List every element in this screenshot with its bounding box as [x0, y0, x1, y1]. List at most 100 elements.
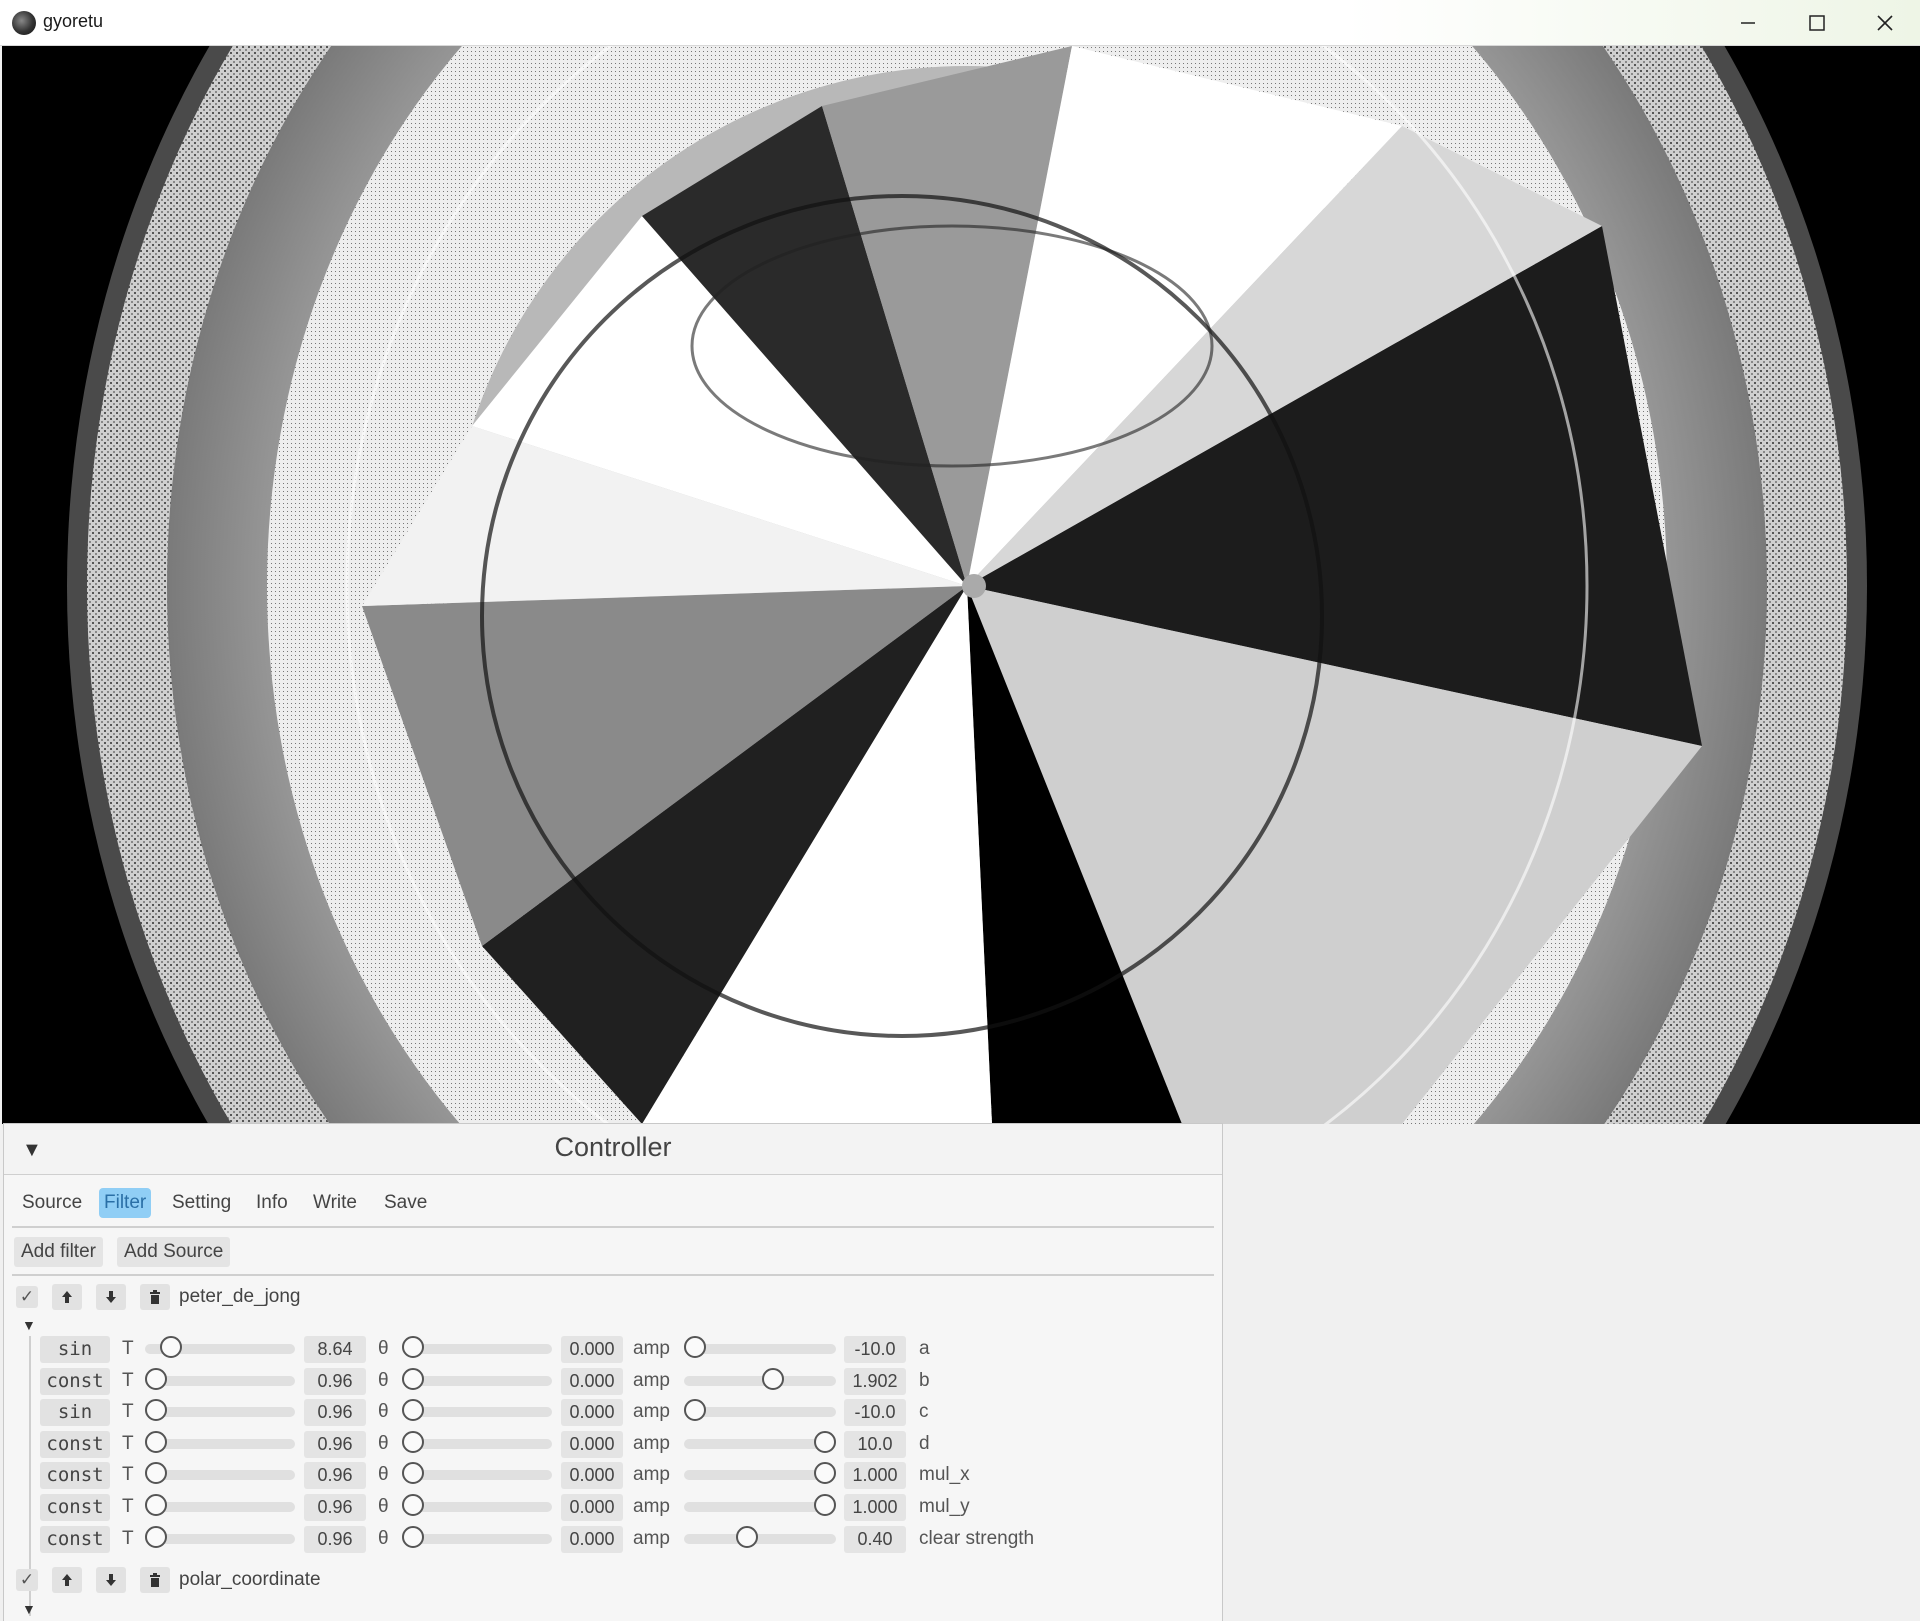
slider-knob[interactable]	[145, 1430, 167, 1453]
controller-title: Controller	[554, 1132, 672, 1162]
t-value[interactable]: 0.96	[304, 1494, 366, 1521]
theta-value[interactable]: 0.000	[561, 1430, 623, 1458]
trash-icon	[150, 1290, 160, 1304]
tab-write[interactable]: Write	[308, 1188, 362, 1218]
theta-label: θ	[378, 1496, 389, 1517]
slider-knob[interactable]	[145, 1525, 167, 1548]
expand-toggle[interactable]: ▼	[22, 1317, 36, 1333]
amp-slider[interactable]	[684, 1336, 836, 1358]
t-value[interactable]: 8.64	[304, 1336, 366, 1363]
tab-info[interactable]: Info	[251, 1188, 293, 1218]
filter-enabled-checkbox[interactable]: ✓	[16, 1569, 38, 1591]
amp-value[interactable]: 0.40	[844, 1525, 906, 1553]
slider-knob[interactable]	[684, 1399, 706, 1422]
add-filter-button[interactable]: Add filter	[14, 1237, 103, 1267]
mode-button[interactable]: const	[40, 1462, 110, 1490]
slider-knob[interactable]	[160, 1336, 183, 1358]
amp-value[interactable]: -10.0	[844, 1399, 906, 1427]
theta-value[interactable]: 0.000	[561, 1494, 623, 1521]
tab-filter[interactable]: Filter	[99, 1188, 152, 1218]
theta-label: θ	[378, 1338, 389, 1359]
amp-slider[interactable]	[684, 1430, 836, 1453]
slider-knob[interactable]	[145, 1462, 167, 1485]
amp-slider[interactable]	[684, 1399, 836, 1422]
amp-slider[interactable]	[684, 1494, 836, 1516]
t-slider[interactable]	[145, 1462, 295, 1485]
delete-button[interactable]	[140, 1284, 170, 1310]
move-down-button[interactable]	[96, 1567, 126, 1593]
t-slider[interactable]	[145, 1525, 295, 1548]
close-button[interactable]	[1850, 0, 1920, 45]
slider-knob[interactable]	[402, 1367, 424, 1390]
amp-slider[interactable]	[684, 1525, 836, 1548]
theta-slider[interactable]	[402, 1336, 552, 1358]
t-label: T	[122, 1369, 134, 1391]
slider-knob[interactable]	[736, 1525, 758, 1548]
theta-value[interactable]: 0.000	[561, 1367, 623, 1395]
render-canvas[interactable]	[2, 46, 1920, 1124]
slider-knob[interactable]	[145, 1494, 167, 1516]
mode-button[interactable]: sin	[40, 1399, 110, 1427]
minimize-button[interactable]	[1713, 0, 1783, 45]
t-value[interactable]: 0.96	[304, 1430, 366, 1458]
slider-knob[interactable]	[402, 1430, 424, 1453]
amp-slider[interactable]	[684, 1462, 836, 1485]
t-slider[interactable]	[145, 1430, 295, 1453]
t-slider[interactable]	[145, 1336, 295, 1358]
expand-toggle[interactable]: ▼	[22, 1601, 36, 1617]
slider-knob[interactable]	[402, 1336, 424, 1358]
add-source-button[interactable]: Add Source	[117, 1237, 231, 1267]
theta-value[interactable]: 0.000	[561, 1399, 623, 1427]
tab-source[interactable]: Source	[17, 1188, 87, 1218]
delete-button[interactable]	[140, 1567, 170, 1593]
theta-slider[interactable]	[402, 1399, 552, 1422]
theta-slider[interactable]	[402, 1525, 552, 1548]
param-row: const T 0.96 θ 0.000 amp 1.000 mul_y	[4, 1493, 1104, 1521]
t-value[interactable]: 0.96	[304, 1367, 366, 1395]
theta-value[interactable]: 0.000	[561, 1462, 623, 1490]
amp-value[interactable]: 1.000	[844, 1462, 906, 1490]
maximize-button[interactable]	[1782, 0, 1852, 45]
mode-button[interactable]: const	[40, 1430, 110, 1458]
mode-button[interactable]: const	[40, 1494, 110, 1521]
theta-slider[interactable]	[402, 1494, 552, 1516]
t-slider[interactable]	[145, 1399, 295, 1422]
theta-value[interactable]: 0.000	[561, 1525, 623, 1553]
theta-value[interactable]: 0.000	[561, 1336, 623, 1363]
slider-knob[interactable]	[762, 1367, 784, 1390]
t-value[interactable]: 0.96	[304, 1399, 366, 1427]
slider-knob[interactable]	[684, 1336, 706, 1358]
t-value[interactable]: 0.96	[304, 1525, 366, 1553]
slider-knob[interactable]	[145, 1367, 167, 1390]
move-up-button[interactable]	[52, 1567, 82, 1593]
theta-slider[interactable]	[402, 1462, 552, 1485]
param-name: clear strength	[919, 1527, 1035, 1549]
move-down-button[interactable]	[96, 1284, 126, 1310]
theta-slider[interactable]	[402, 1430, 552, 1453]
slider-knob[interactable]	[145, 1399, 167, 1422]
amp-value[interactable]: -10.0	[844, 1336, 906, 1363]
slider-knob[interactable]	[814, 1494, 836, 1516]
amp-value[interactable]: 1.902	[844, 1367, 906, 1395]
amp-value[interactable]: 10.0	[844, 1430, 906, 1458]
amp-slider[interactable]	[684, 1367, 836, 1390]
tab-save[interactable]: Save	[379, 1188, 432, 1218]
slider-knob[interactable]	[814, 1430, 836, 1453]
slider-knob[interactable]	[814, 1462, 836, 1485]
mode-button[interactable]: sin	[40, 1336, 110, 1363]
t-value[interactable]: 0.96	[304, 1462, 366, 1490]
slider-knob[interactable]	[402, 1399, 424, 1422]
t-slider[interactable]	[145, 1494, 295, 1516]
slider-knob[interactable]	[402, 1462, 424, 1485]
tab-setting[interactable]: Setting	[167, 1188, 236, 1218]
param-row: sin T 8.64 θ 0.000 amp -10.0 a	[4, 1335, 1104, 1363]
mode-button[interactable]: const	[40, 1525, 110, 1553]
slider-knob[interactable]	[402, 1494, 424, 1516]
theta-slider[interactable]	[402, 1367, 552, 1390]
slider-knob[interactable]	[402, 1525, 424, 1548]
move-up-button[interactable]	[52, 1284, 82, 1310]
t-slider[interactable]	[145, 1367, 295, 1390]
amp-value[interactable]: 1.000	[844, 1494, 906, 1521]
filter-enabled-checkbox[interactable]: ✓	[16, 1286, 38, 1308]
mode-button[interactable]: const	[40, 1367, 110, 1395]
